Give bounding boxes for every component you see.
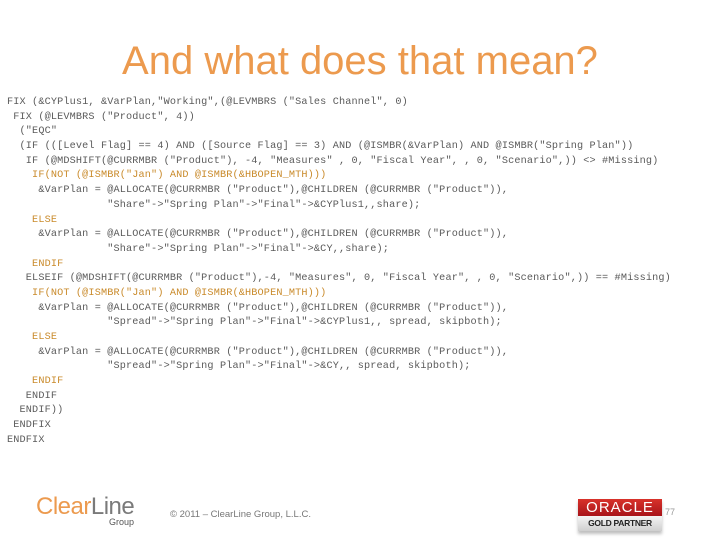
code-line: &VarPlan = @ALLOCATE(@CURRMBR ("Product"… xyxy=(7,185,509,197)
code-line: ENDIF xyxy=(7,258,64,270)
code-line: &VarPlan = @ALLOCATE(@CURRMBR ("Product"… xyxy=(7,346,509,358)
oracle-badge-top: ORACLE xyxy=(578,499,662,516)
code-line: ELSEIF (@MDSHIFT(@CURRMBR ("Product"),-4… xyxy=(7,273,671,285)
code-line: ("EQC" xyxy=(7,126,58,138)
code-line: "Spread"->"Spring Plan"->"Final"->&CYPlu… xyxy=(7,317,502,329)
logo-line-text: Line xyxy=(90,493,135,520)
code-line: IF(NOT (@ISMBR("Jan") AND @ISMBR(&HBOPEN… xyxy=(7,287,327,299)
oracle-badge-bottom: GOLD PARTNER xyxy=(578,516,662,531)
code-line: "Share"->"Spring Plan"->"Final"->&CYPlus… xyxy=(7,199,421,211)
code-block: FIX (&CYPlus1, &VarPlan,"Working",(@LEVM… xyxy=(7,96,720,449)
code-line: ENDIF)) xyxy=(7,405,64,417)
code-line: &VarPlan = @ALLOCATE(@CURRMBR ("Product"… xyxy=(7,229,509,241)
code-line: ENDFIX xyxy=(7,434,45,446)
code-line: ENDIF xyxy=(7,390,58,402)
page-number: 77 xyxy=(665,507,676,517)
copyright-text: © 2011 – ClearLine Group, L.L.C. xyxy=(170,509,311,520)
logo-group-text: Group xyxy=(109,517,135,527)
code-line: &VarPlan = @ALLOCATE(@CURRMBR ("Product"… xyxy=(7,302,509,314)
oracle-gold-partner-badge: ORACLE GOLD PARTNER xyxy=(578,499,662,531)
code-line: ELSE xyxy=(7,332,58,343)
slide-title: And what does that mean? xyxy=(122,39,598,83)
code-line: IF (@MDSHIFT(@CURRMBR ("Product"), -4, "… xyxy=(7,155,659,167)
code-line: FIX (&CYPlus1, &VarPlan,"Working",(@LEVM… xyxy=(7,97,408,108)
code-line: ENDIF xyxy=(7,376,64,388)
clearline-logo: ClearLine Group xyxy=(36,493,146,533)
code-line: (IF (([Level Flag] == 4) AND ([Source Fl… xyxy=(7,141,634,153)
code-line: IF(NOT (@ISMBR("Jan") AND @ISMBR(&HBOPEN… xyxy=(7,170,327,182)
code-line: ENDFIX xyxy=(7,420,51,432)
logo-clear-text: Clear xyxy=(36,493,91,520)
code-line: "Spread"->"Spring Plan"->"Final"->&CY,, … xyxy=(7,361,471,373)
code-line: FIX (@LEVMBRS ("Product", 4)) xyxy=(7,111,195,123)
code-line: ELSE xyxy=(7,214,58,226)
code-line: "Share"->"Spring Plan"->"Final"->&CY,,sh… xyxy=(7,243,390,255)
